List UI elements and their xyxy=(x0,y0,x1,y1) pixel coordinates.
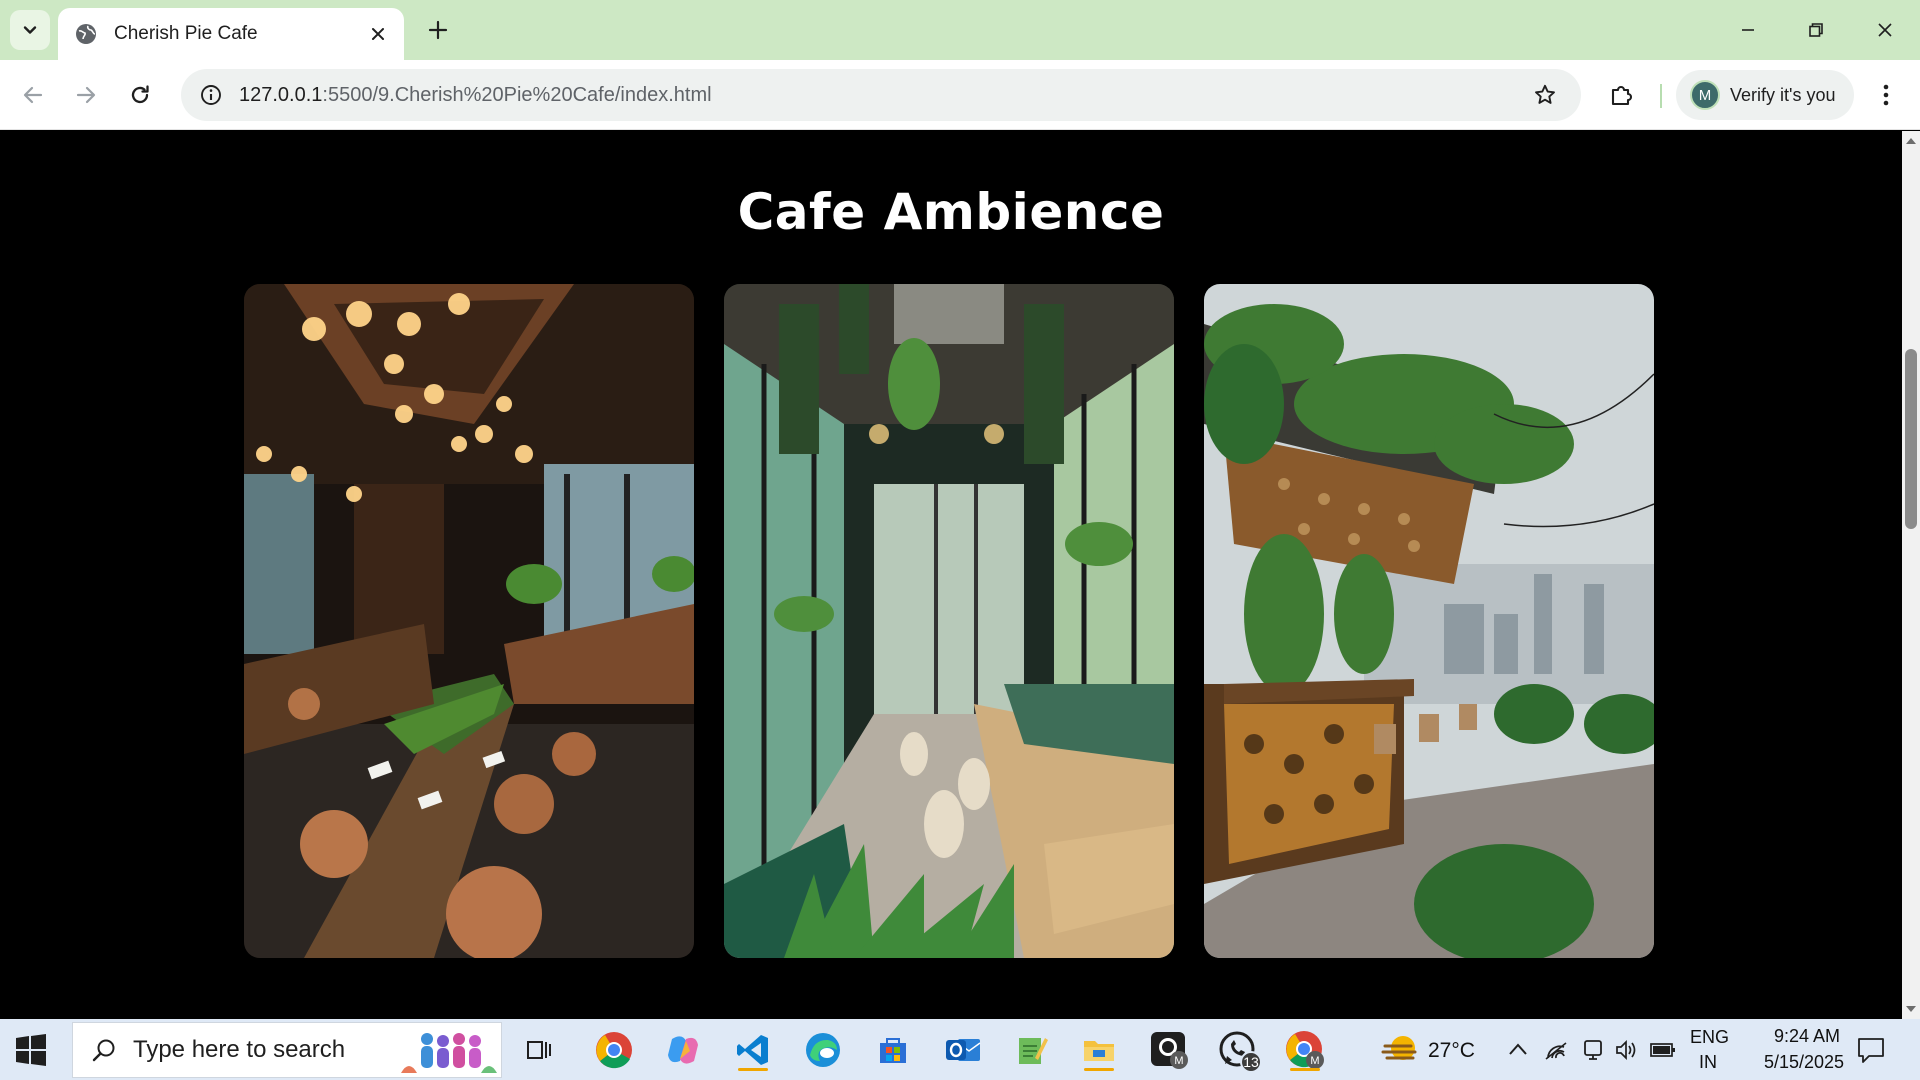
clock-date[interactable]: 5/15/2025 xyxy=(1742,1052,1866,1073)
arrow-right-icon xyxy=(76,86,96,104)
clock-time[interactable]: 9:24 AM xyxy=(1752,1026,1862,1047)
chrome-icon: M xyxy=(1286,1031,1324,1069)
back-button[interactable] xyxy=(11,73,55,117)
chevron-down-icon xyxy=(23,26,37,34)
wifi-icon[interactable] xyxy=(1544,1039,1568,1061)
scroll-down-icon[interactable] xyxy=(1905,1005,1917,1015)
taskbar-search-box[interactable]: Type here to search xyxy=(72,1022,502,1078)
tab-search-button[interactable] xyxy=(10,10,50,50)
store-icon xyxy=(880,1038,906,1063)
windows-taskbar: Type here to search M 13 M 27°C ENG IN 9… xyxy=(0,1019,1920,1080)
browser-toolbar: 127.0.0.1:5500/9.Cherish%20Pie%20Cafe/in… xyxy=(0,60,1920,130)
vscode-taskbar-button[interactable] xyxy=(730,1027,776,1073)
copilot-taskbar-button[interactable] xyxy=(660,1027,706,1073)
weather-widget[interactable] xyxy=(1376,1027,1426,1073)
chrome-icon xyxy=(596,1032,632,1069)
edge-taskbar-button[interactable] xyxy=(800,1027,846,1073)
notifications-icon[interactable] xyxy=(1856,1036,1886,1064)
copilot-icon xyxy=(668,1036,698,1064)
avatar: M xyxy=(1690,80,1720,110)
close-tab-icon[interactable] xyxy=(366,22,390,46)
notepad-icon xyxy=(1019,1038,1048,1064)
reload-button[interactable] xyxy=(118,73,162,117)
notification-badge: 13 xyxy=(1240,1051,1262,1073)
weather-temp[interactable]: 27°C xyxy=(1428,1039,1475,1063)
battery-icon[interactable] xyxy=(1650,1041,1676,1059)
language-secondary[interactable]: IN xyxy=(1699,1052,1717,1073)
close-icon xyxy=(1878,23,1892,37)
toolbar-separator xyxy=(1660,84,1662,108)
profile-button[interactable]: M Verify it's you xyxy=(1676,70,1854,120)
chrome-profile-taskbar-button[interactable]: M xyxy=(1282,1027,1328,1073)
meet-now-icon[interactable] xyxy=(1582,1038,1604,1062)
minimize-button[interactable] xyxy=(1725,8,1771,52)
active-indicator xyxy=(738,1068,768,1071)
restore-button[interactable] xyxy=(1793,8,1839,52)
chevron-up-icon[interactable] xyxy=(1508,1042,1528,1056)
address-bar[interactable]: 127.0.0.1:5500/9.Cherish%20Pie%20Cafe/in… xyxy=(181,69,1581,121)
profile-label: Verify it's you xyxy=(1730,84,1836,105)
scrollbar-thumb[interactable] xyxy=(1905,349,1917,529)
weather-haze-icon xyxy=(1381,1036,1417,1060)
folder-icon xyxy=(1084,1041,1114,1061)
puzzle-icon xyxy=(1611,86,1632,106)
scroll-up-icon[interactable] xyxy=(1905,135,1917,145)
outlook-icon xyxy=(946,1039,981,1061)
browser-menu-button[interactable] xyxy=(1866,73,1906,117)
volume-icon[interactable] xyxy=(1614,1038,1638,1062)
url-text[interactable]: 127.0.0.1:5500/9.Cherish%20Pie%20Cafe/in… xyxy=(239,84,1521,107)
tab-title: Cherish Pie Cafe xyxy=(114,23,258,44)
gallery-image-rooftop-bar[interactable] xyxy=(1204,284,1654,958)
reload-icon xyxy=(131,85,149,104)
section-title: Cafe Ambience xyxy=(737,183,1165,241)
github-taskbar-button[interactable]: M xyxy=(1146,1027,1192,1073)
bookmark-star-icon[interactable] xyxy=(1521,71,1569,119)
search-placeholder: Type here to search xyxy=(133,1036,346,1063)
arrow-left-icon xyxy=(23,86,43,104)
close-window-button[interactable] xyxy=(1862,8,1908,52)
notepad-taskbar-button[interactable] xyxy=(1008,1027,1054,1073)
svg-text:M: M xyxy=(1174,1055,1183,1067)
gallery-image-greenhouse-cafe[interactable] xyxy=(724,284,1174,958)
edge-icon xyxy=(806,1033,840,1067)
store-taskbar-button[interactable] xyxy=(870,1027,916,1073)
extensions-button[interactable] xyxy=(1600,73,1644,117)
task-view-icon xyxy=(527,1041,551,1059)
restore-icon xyxy=(1809,23,1823,37)
forward-button[interactable] xyxy=(64,73,108,117)
github-icon: M xyxy=(1151,1032,1188,1069)
page-viewport: Cafe Ambience xyxy=(0,131,1902,1019)
file-explorer-taskbar-button[interactable] xyxy=(1076,1027,1122,1073)
site-info-icon[interactable] xyxy=(185,69,237,121)
globe-icon xyxy=(76,24,96,44)
vscode-icon xyxy=(737,1035,768,1065)
minimize-icon xyxy=(1742,29,1754,31)
url-host: 127.0.0.1 xyxy=(239,83,323,106)
chrome-taskbar-button[interactable] xyxy=(591,1027,637,1073)
browser-tab-active[interactable]: Cherish Pie Cafe xyxy=(58,8,404,60)
more-vertical-icon xyxy=(1883,84,1889,106)
new-tab-button[interactable] xyxy=(420,12,456,48)
search-icon xyxy=(92,1039,115,1062)
gallery-image-indoor-cafe[interactable] xyxy=(244,284,694,958)
svg-text:M: M xyxy=(1310,1055,1319,1067)
search-highlight-people-icon xyxy=(401,1033,497,1073)
language-primary[interactable]: ENG xyxy=(1690,1027,1729,1048)
plus-icon xyxy=(428,20,448,40)
task-view-button[interactable] xyxy=(516,1027,562,1073)
url-path: :5500/9.Cherish%20Pie%20Cafe/index.html xyxy=(322,83,712,106)
whatsapp-taskbar-button[interactable]: 13 xyxy=(1214,1027,1262,1073)
page-scrollbar[interactable] xyxy=(1902,131,1920,1019)
active-indicator xyxy=(1290,1068,1320,1071)
windows-start-icon[interactable] xyxy=(14,1033,48,1067)
active-indicator xyxy=(1084,1068,1114,1071)
outlook-taskbar-button[interactable] xyxy=(940,1027,986,1073)
tab-strip: Cherish Pie Cafe xyxy=(0,0,1920,60)
